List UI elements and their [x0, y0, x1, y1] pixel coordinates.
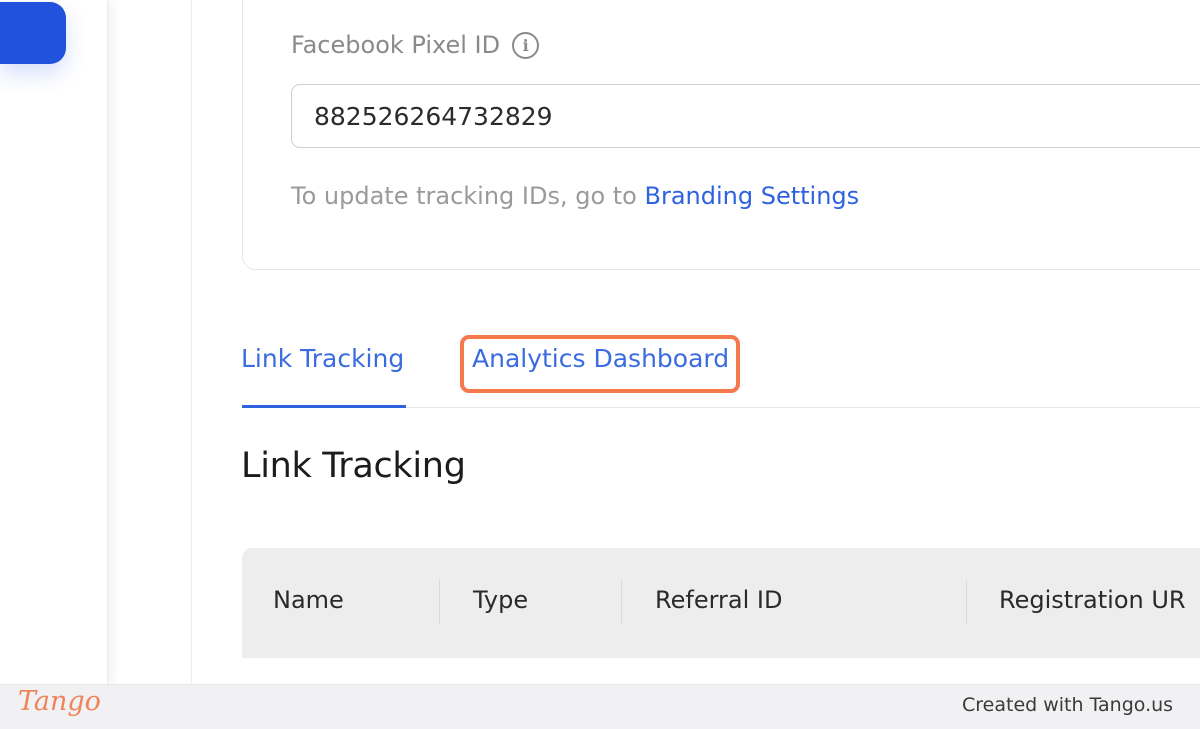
- column-separator: [966, 580, 967, 624]
- column-separator: [439, 580, 440, 624]
- column-separator: [621, 580, 622, 624]
- facebook-pixel-label-text: Facebook Pixel ID: [291, 31, 501, 59]
- column-header-name[interactable]: Name: [273, 586, 344, 614]
- facebook-pixel-input[interactable]: [291, 84, 1200, 148]
- update-note-text: To update tracking IDs, go to: [291, 182, 645, 210]
- branding-settings-link[interactable]: Branding Settings: [645, 182, 860, 210]
- left-sidebar: [0, 0, 108, 684]
- info-icon[interactable]: i: [512, 31, 540, 59]
- content-divider: [191, 0, 192, 684]
- tab-analytics-dashboard[interactable]: Analytics Dashboard: [472, 344, 729, 373]
- footer-credit: Created with Tango.us: [962, 694, 1174, 716]
- facebook-pixel-label: Facebook Pixel ID i: [291, 29, 540, 61]
- column-header-referral-id[interactable]: Referral ID: [655, 586, 782, 614]
- tab-link-tracking[interactable]: Link Tracking: [241, 344, 404, 373]
- section-title: Link Tracking: [241, 446, 466, 486]
- sidebar-active-item[interactable]: [0, 2, 66, 64]
- active-tab-indicator: [242, 405, 406, 408]
- column-header-registration-url[interactable]: Registration UR: [999, 586, 1186, 614]
- column-header-type[interactable]: Type: [473, 586, 528, 614]
- update-tracking-note: To update tracking IDs, go to Branding S…: [291, 182, 859, 210]
- tango-logo: Tango: [18, 686, 101, 717]
